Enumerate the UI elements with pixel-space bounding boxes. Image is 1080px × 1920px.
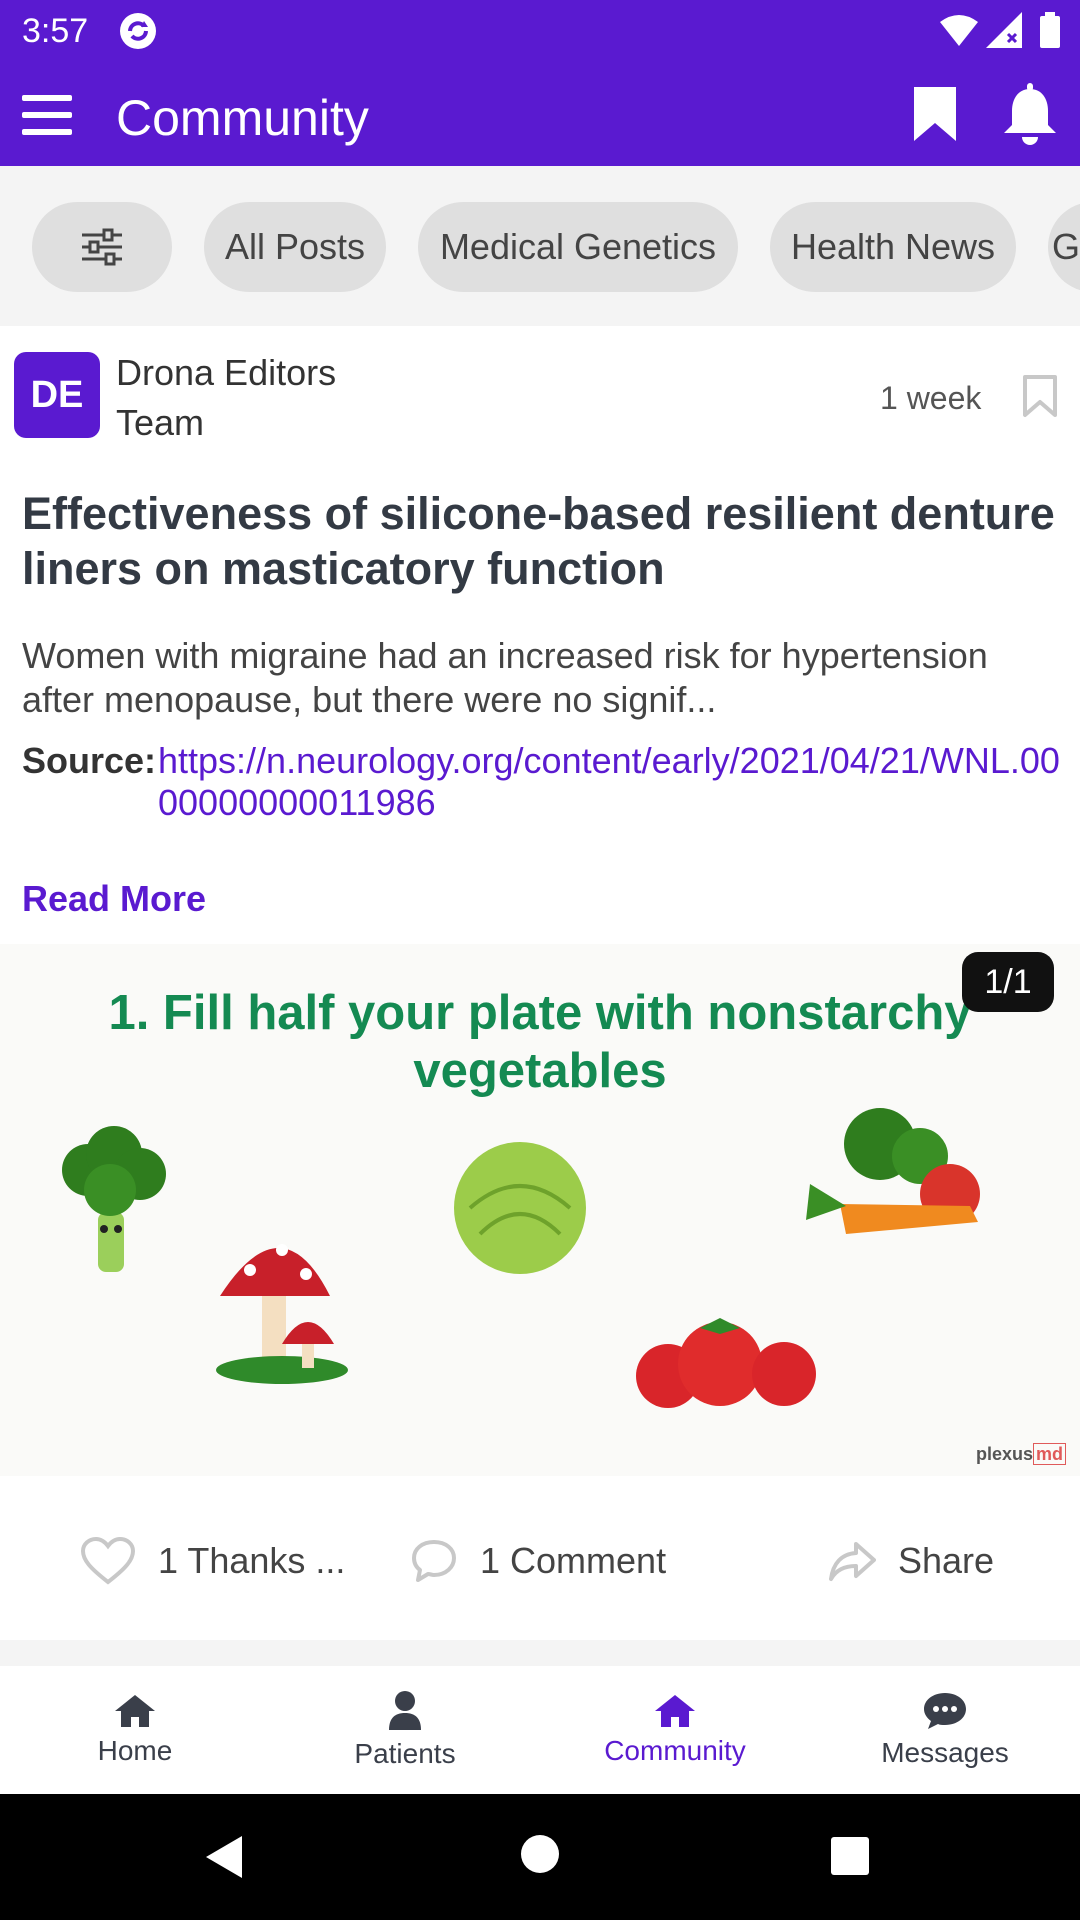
source-link[interactable]: https://n.neurology.org/content/early/20… (158, 740, 1078, 824)
chip-partial[interactable]: G (1048, 202, 1080, 292)
battery-icon (1040, 12, 1060, 48)
chip-all-posts[interactable]: All Posts (204, 202, 386, 292)
comment-count: 1 Comment (480, 1540, 667, 1581)
nav-patients[interactable]: Patients (270, 1666, 540, 1794)
signal-icon (986, 12, 1022, 48)
chip-medical-genetics[interactable]: Medical Genetics (418, 202, 738, 292)
heart-icon (80, 1536, 136, 1585)
mushroom-icon (216, 1244, 348, 1384)
divider (0, 1640, 1080, 1666)
chat-bubble-icon (924, 1693, 966, 1729)
back-icon[interactable] (204, 1834, 244, 1880)
cabbage-icon (454, 1142, 586, 1274)
nav-messages-label: Messages (881, 1737, 1009, 1768)
avatar[interactable]: DE (14, 352, 100, 438)
nav-community-label: Community (604, 1735, 746, 1766)
post-excerpt: Women with migraine had an increased ris… (22, 635, 988, 720)
home-icon (115, 1695, 155, 1727)
bell-icon[interactable] (1000, 83, 1060, 145)
post-actions: 1 Thanks ... 1 Comment Share (0, 1516, 1080, 1606)
filter-button[interactable] (32, 202, 172, 292)
thanks-count: 1 Thanks ... (158, 1540, 346, 1581)
post-title[interactable]: Effectiveness of silicone-based resilien… (22, 486, 1062, 596)
app-sync-icon (120, 13, 156, 49)
comment-button[interactable]: 1 Comment (410, 1516, 666, 1606)
community-home-icon (655, 1695, 695, 1727)
read-more-link[interactable]: Read More (22, 878, 206, 920)
thanks-button[interactable]: 1 Thanks ... (80, 1516, 345, 1606)
chip-health-news[interactable]: Health News (770, 202, 1016, 292)
comment-icon (412, 1540, 456, 1582)
post-timestamp: 1 week (880, 380, 982, 416)
nav-home[interactable]: Home (0, 1666, 270, 1794)
status-bar: 3:57 (0, 0, 1080, 63)
nav-home-label: Home (97, 1735, 173, 1766)
bottom-navigation: Home Patients Community Messages (0, 1666, 1080, 1794)
share-button[interactable]: Share (828, 1516, 994, 1606)
person-icon (389, 1691, 421, 1730)
post-image[interactable]: 1. Fill half your plate with nonstarchy … (0, 944, 1080, 1476)
author-name[interactable]: Drona Editors Team (116, 348, 396, 448)
nav-patients-label: Patients (354, 1738, 456, 1769)
page-title: Community (116, 90, 369, 146)
bookmark-icon[interactable] (912, 85, 958, 143)
share-icon (829, 1542, 876, 1581)
nav-messages[interactable]: Messages (810, 1666, 1080, 1794)
broccoli-icon (62, 1126, 166, 1272)
image-watermark: plexus md (976, 1443, 1067, 1465)
system-navigation-bar (0, 1794, 1080, 1920)
tomato-icon (636, 1318, 816, 1408)
share-label: Share (898, 1540, 995, 1581)
vegetable-illustration (62, 1108, 980, 1408)
status-time: 3:57 (22, 12, 89, 50)
source-label: Source: (22, 740, 157, 781)
nav-community[interactable]: Community (540, 1666, 810, 1794)
wifi-icon (940, 15, 978, 46)
bookmark-outline-icon[interactable] (1022, 374, 1058, 418)
app-bar: Community (0, 63, 1080, 166)
recents-icon[interactable] (830, 1836, 870, 1876)
hamburger-menu-icon[interactable] (22, 93, 72, 137)
home-circle-icon[interactable] (520, 1834, 560, 1874)
post-card: DE Drona Editors Team 1 week Effectivene… (0, 326, 1080, 1640)
filter-chips-bar: All Posts Medical Genetics Health News G (0, 166, 1080, 326)
carrot-icon (806, 1108, 980, 1234)
sliders-icon (82, 228, 122, 266)
